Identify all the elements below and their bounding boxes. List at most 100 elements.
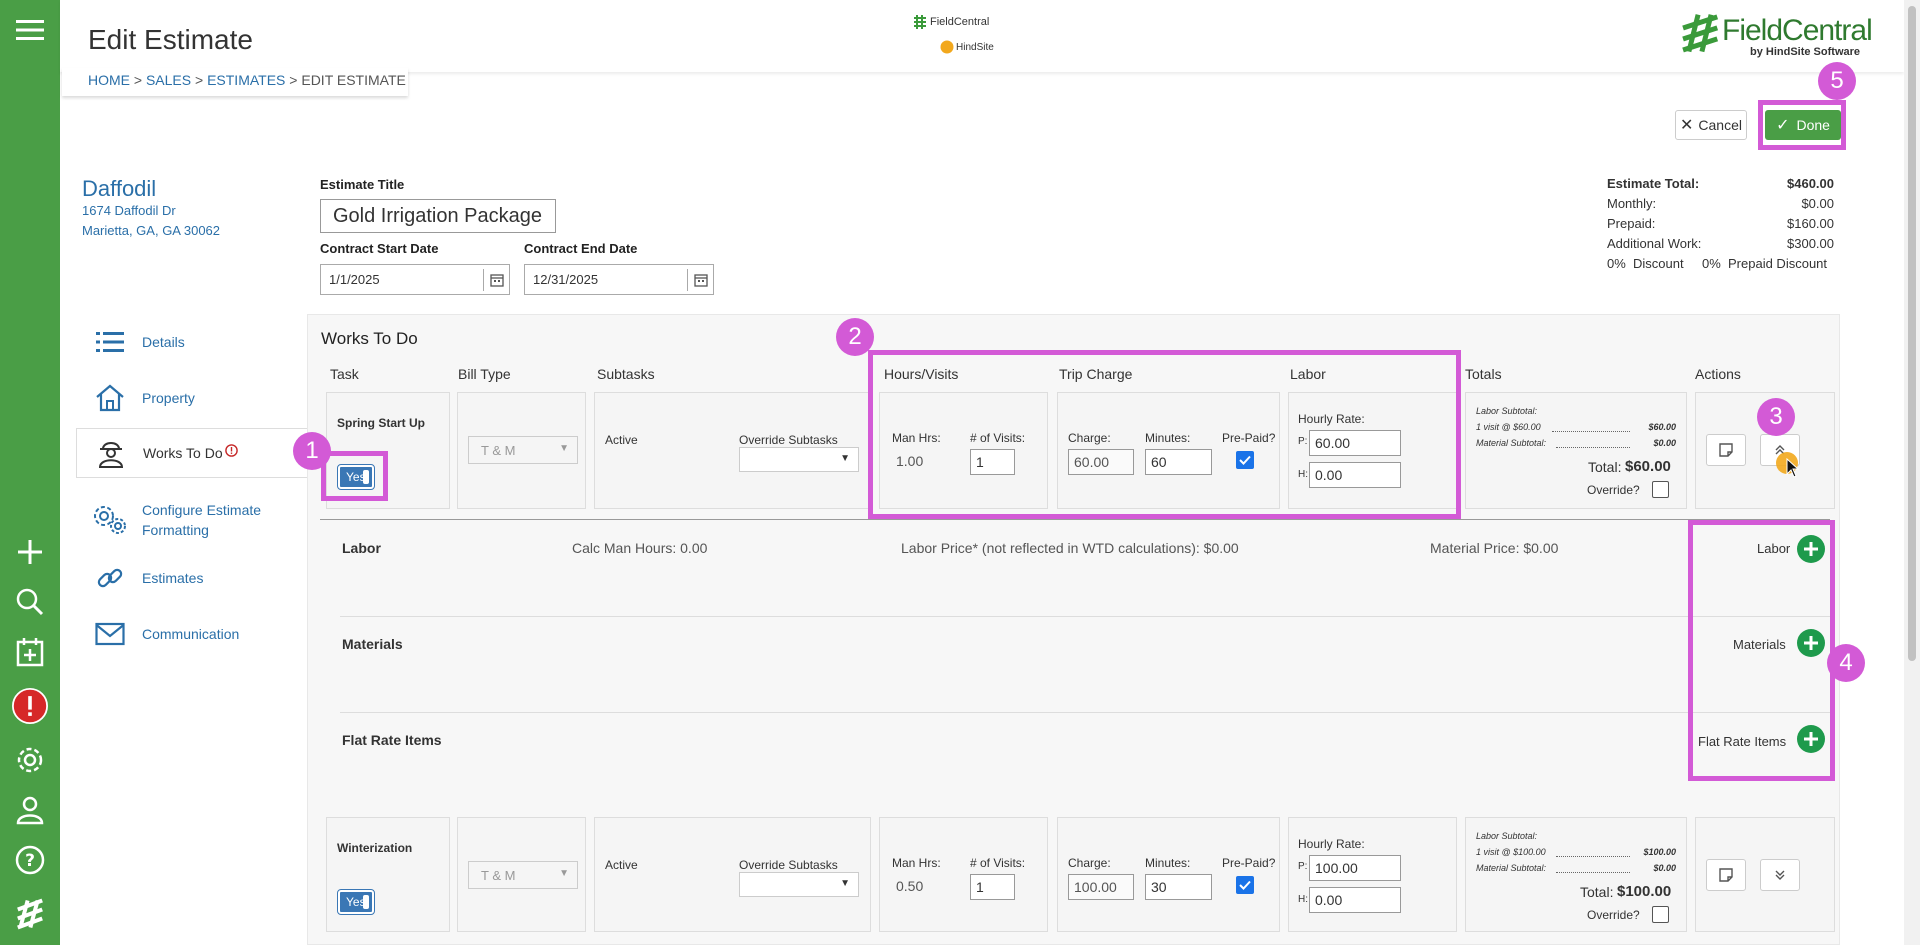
search-icon[interactable]: [12, 584, 48, 620]
app-rail: ?: [0, 0, 60, 945]
worker-icon: [91, 438, 131, 468]
contract-start-input[interactable]: 1/1/2025: [320, 264, 510, 295]
override-checkbox[interactable]: [1652, 481, 1669, 498]
bill-type-select[interactable]: T & M ▼: [468, 861, 578, 889]
price-rate-input[interactable]: 100.00: [1309, 855, 1401, 881]
customer-name[interactable]: Daffodil: [82, 176, 156, 202]
override-checkbox[interactable]: [1652, 906, 1669, 923]
nav-configure-formatting[interactable]: Configure Estimate Formatting: [76, 492, 306, 548]
breadcrumb-current: EDIT ESTIMATE: [301, 72, 406, 88]
envelope-icon: [90, 622, 130, 646]
calendar-add-icon[interactable]: [12, 634, 48, 670]
nav-details[interactable]: Details: [76, 318, 306, 366]
breadcrumb: HOME > SALES > ESTIMATES > EDIT ESTIMATE: [88, 72, 406, 88]
callout-5: 5: [1818, 62, 1856, 100]
nav-works-label: Works To Do: [143, 445, 223, 461]
price-rate-label: P:: [1298, 861, 1308, 872]
contract-end-input[interactable]: 12/31/2025: [524, 264, 714, 295]
notes-button[interactable]: [1706, 859, 1746, 891]
row-total-label: Total:: [1588, 459, 1622, 475]
hindsite-logo-text: HindSite: [956, 41, 994, 53]
add-icon[interactable]: [12, 534, 48, 570]
task-name: Spring Start Up: [337, 416, 426, 430]
breadcrumb-separator: >: [133, 72, 143, 88]
hours-visits-cell: [879, 817, 1048, 932]
material-subtotal-label: Material Subtotal:: [1476, 863, 1547, 873]
labor-subtotal-label: Labor Subtotal:: [1476, 406, 1538, 416]
customer-address-line2: Marietta, GA, GA 30062: [82, 223, 221, 238]
prepaid-checkbox[interactable]: [1236, 876, 1254, 894]
material-subtotal-label: Material Subtotal:: [1476, 438, 1547, 448]
flat-rate-section-title: Flat Rate Items: [342, 732, 442, 748]
fieldcentral-logo-mark-icon: [1682, 14, 1719, 53]
dotted-leader: [1556, 856, 1630, 857]
minutes-input[interactable]: 30: [1145, 874, 1212, 900]
override-subtasks-label: Override Subtasks: [739, 433, 838, 447]
brand-name: FieldCentral: [1722, 14, 1873, 47]
calendar-icon[interactable]: [687, 269, 713, 291]
highlight-hours-trip-labor: [868, 350, 1461, 519]
override-subtasks-select[interactable]: ▼: [739, 447, 859, 472]
hourly-cost-label: H:: [1298, 894, 1308, 905]
nav-estimates-label: Estimates: [142, 570, 204, 586]
settings-gear-icon[interactable]: [12, 742, 48, 778]
visit-amount: $60.00: [1648, 422, 1676, 432]
hindsite-mark-icon: [940, 40, 954, 54]
alert-icon[interactable]: [12, 688, 48, 724]
highlight-toggle: [321, 451, 388, 501]
man-hrs-label: Man Hrs:: [892, 856, 941, 870]
user-icon[interactable]: [12, 792, 48, 828]
override-subtasks-select[interactable]: ▼: [739, 872, 859, 897]
notes-button[interactable]: [1706, 434, 1746, 466]
additional-work-value: $300.00: [1787, 236, 1834, 251]
brand-logo: FieldCentral by HindSite Software: [1680, 12, 1873, 58]
expand-button[interactable]: [1760, 859, 1800, 891]
nav-communication[interactable]: Communication: [76, 610, 306, 658]
breadcrumb-sales[interactable]: SALES: [146, 72, 191, 88]
dropdown-arrow-icon: ▼: [559, 443, 569, 454]
scrollbar-thumb[interactable]: [1908, 6, 1916, 661]
visit-amount: $100.00: [1643, 847, 1676, 857]
estimate-title-input[interactable]: Gold Irrigation Package: [320, 199, 556, 233]
nav-works-to-do[interactable]: Works To Do: [76, 428, 308, 478]
breadcrumb-home[interactable]: HOME: [88, 72, 130, 88]
page-title: Edit Estimate: [88, 24, 253, 55]
cancel-button[interactable]: ✕ Cancel: [1675, 110, 1747, 140]
close-icon: ✕: [1680, 117, 1694, 134]
estimate-total-value: $460.00: [1787, 176, 1834, 191]
nav-configure-line1: Configure Estimate: [142, 502, 262, 518]
row-total-value: $100.00: [1617, 883, 1672, 900]
brand-tagline: by HindSite Software: [1750, 46, 1861, 58]
nav-property[interactable]: Property: [76, 374, 306, 422]
home-icon: [90, 384, 130, 412]
note-icon: [1719, 443, 1733, 457]
task-active-toggle[interactable]: Yes: [337, 889, 375, 915]
col-subtasks: Subtasks: [597, 366, 655, 382]
calendar-icon[interactable]: [483, 269, 509, 291]
bill-type-value: T & M: [481, 867, 516, 883]
override-question: Override?: [1587, 483, 1640, 497]
breadcrumb-separator: >: [289, 72, 298, 88]
breadcrumb-estimates[interactable]: ESTIMATES: [207, 72, 285, 88]
section-divider: [340, 712, 1830, 713]
charge-label: Charge:: [1068, 856, 1111, 870]
discount-text: 0% Discount: [1607, 256, 1684, 271]
menu-icon[interactable]: [12, 12, 48, 48]
callout-3: 3: [1757, 398, 1795, 436]
highlight-add-buttons: [1688, 520, 1835, 781]
note-icon: [1719, 868, 1733, 882]
col-bill-type: Bill Type: [458, 366, 511, 382]
nav-estimates[interactable]: Estimates: [76, 554, 306, 602]
visits-input[interactable]: 1: [970, 874, 1015, 900]
hourly-cost-input[interactable]: 0.00: [1309, 887, 1401, 913]
charge-input[interactable]: 100.00: [1068, 874, 1134, 900]
bill-type-select[interactable]: T & M ▼: [468, 436, 578, 464]
minutes-label: Minutes:: [1145, 856, 1191, 870]
highlight-done: [1758, 100, 1846, 150]
dropdown-arrow-icon: ▼: [559, 868, 569, 879]
center-fieldcentral-logo: FieldCentral: [912, 14, 989, 30]
nav-communication-label: Communication: [142, 626, 240, 642]
page-scrollbar[interactable]: [1904, 0, 1920, 945]
help-icon[interactable]: ?: [12, 842, 48, 878]
nav-configure-line2: Formatting: [142, 522, 209, 538]
